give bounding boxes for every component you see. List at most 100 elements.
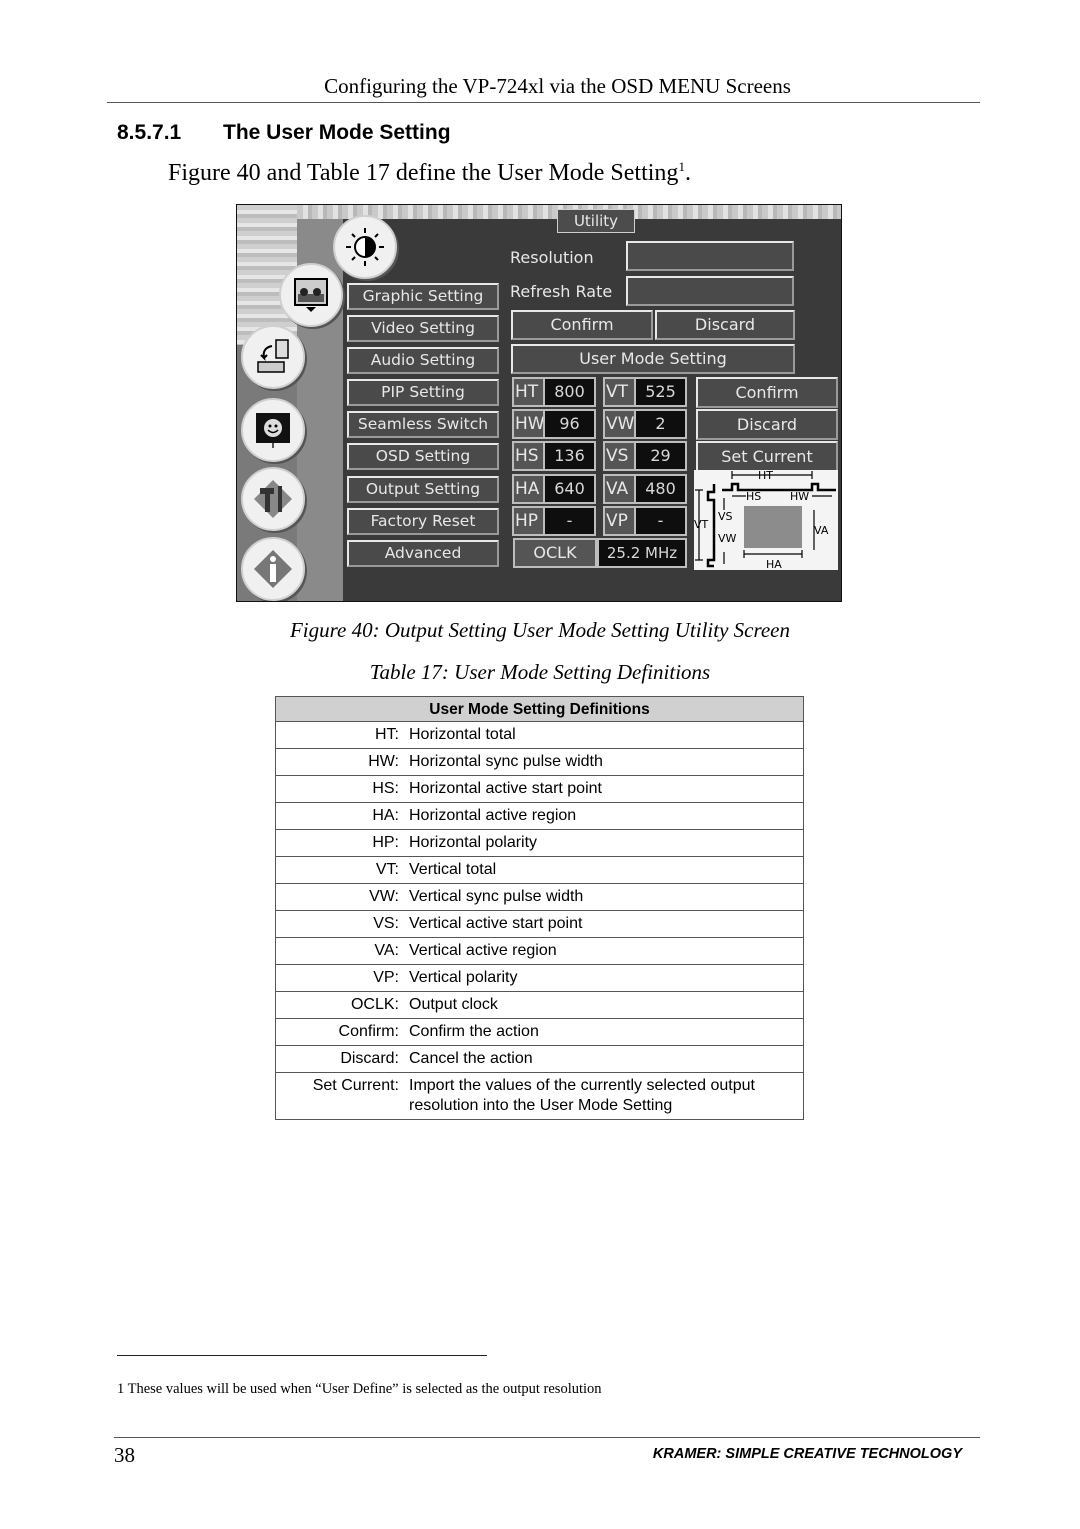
table-row: OCLK: Output clock [276, 992, 803, 1019]
param-value[interactable]: 29 [634, 443, 685, 469]
description-cell: Vertical sync pulse width [409, 888, 584, 905]
param-vw[interactable]: VW 2 [603, 409, 687, 439]
param-hs[interactable]: HS 136 [512, 441, 596, 471]
term-cell: VW: [369, 888, 399, 905]
input-source-icon[interactable] [241, 325, 305, 389]
description-cell: Vertical active region [409, 942, 557, 959]
header-rule [107, 102, 980, 103]
resolution-field[interactable] [626, 241, 794, 271]
param-hw[interactable]: HW 96 [512, 409, 596, 439]
table-row: VS: Vertical active start point [276, 911, 803, 938]
refresh-rate-field[interactable] [626, 276, 794, 306]
param-name: HP [514, 508, 543, 534]
section-number: 8.5.7.1 [117, 121, 182, 144]
description-cell: Horizontal active start point [409, 780, 602, 797]
param-name: VT [605, 379, 634, 405]
diagram-label-ht: HT [758, 470, 773, 482]
osd-texture-top [237, 205, 841, 219]
term-cell: VP: [373, 969, 399, 986]
user-mode-setting-button[interactable]: User Mode Setting [511, 344, 795, 374]
description-cell: Output clock [409, 996, 498, 1013]
page-number: 38 [114, 1443, 135, 1467]
resolution-label: Resolution [510, 248, 594, 267]
param-ht[interactable]: HT 800 [512, 377, 596, 407]
diagram-label-vs: VS [718, 510, 733, 523]
param-value[interactable]: 640 [543, 476, 594, 502]
diagram-label-hw: HW [790, 490, 809, 503]
definitions-table: User Mode Setting Definitions HT: Horizon… [275, 696, 804, 1120]
param-value[interactable]: - [634, 508, 685, 534]
table-row: Confirm: Confirm the action [276, 1019, 803, 1046]
description-cell: Vertical polarity [409, 969, 518, 986]
timing-diagram: HT HS HW VT VS VW VA HA [694, 469, 838, 571]
param-va[interactable]: VA 480 [603, 474, 687, 504]
info-icon[interactable] [241, 537, 305, 601]
param-value[interactable]: - [543, 508, 594, 534]
monitor-adjust-icon[interactable] [241, 398, 305, 462]
osd-screenshot: Graphic Setting Video Setting Audio Sett… [236, 204, 842, 602]
param-name: VW [605, 411, 634, 437]
set-current-button[interactable]: Set Current [696, 441, 838, 472]
description-cell: Import the values of the currently selec… [409, 1077, 755, 1114]
table-row: Set Current: Import the values of the cur… [276, 1073, 803, 1119]
right-discard-button[interactable]: Discard [696, 409, 838, 440]
param-name: HT [514, 379, 543, 405]
param-name: VS [605, 443, 634, 469]
oclk-value[interactable]: 25.2 MHz [597, 538, 687, 568]
param-vs[interactable]: VS 29 [603, 441, 687, 471]
description-cell: Confirm the action [409, 1023, 539, 1040]
param-value[interactable]: 2 [634, 411, 685, 437]
param-value[interactable]: 136 [543, 443, 594, 469]
menu-audio-setting[interactable]: Audio Setting [347, 347, 499, 374]
term-cell: VA: [374, 942, 399, 959]
section-heading: 8.5.7.1 The User Mode Setting [117, 121, 451, 145]
intro-end: . [684, 160, 691, 186]
param-vp[interactable]: VP - [603, 506, 687, 536]
description-cell: Cancel the action [409, 1050, 533, 1067]
param-value[interactable]: 525 [634, 379, 685, 405]
param-name: VA [605, 476, 634, 502]
table-row: HS: Horizontal active start point [276, 776, 803, 803]
intro-text: Figure 40 and Table 17 define the User M… [168, 160, 679, 186]
brightness-contrast-icon[interactable] [333, 215, 397, 279]
table-row: HA: Horizontal active region [276, 803, 803, 830]
term-cell: OCLK: [350, 996, 399, 1013]
param-value[interactable]: 480 [634, 476, 685, 502]
refresh-rate-label: Refresh Rate [510, 282, 613, 301]
diagram-label-vw: VW [718, 532, 737, 545]
section-title: The User Mode Setting [223, 121, 451, 144]
confirm-button[interactable]: Confirm [511, 310, 653, 340]
menu-pip-setting[interactable]: PIP Setting [347, 379, 499, 406]
picture-display-icon[interactable] [279, 263, 343, 327]
discard-button[interactable]: Discard [655, 310, 795, 340]
menu-factory-reset[interactable]: Factory Reset [347, 508, 499, 535]
table-header: User Mode Setting Definitions [276, 697, 803, 722]
term-cell: HS: [372, 780, 399, 797]
table-row: VP: Vertical polarity [276, 965, 803, 992]
tools-icon[interactable] [241, 467, 305, 531]
param-name: HA [514, 476, 543, 502]
description-cell: Vertical total [409, 861, 497, 878]
param-value[interactable]: 96 [543, 411, 594, 437]
menu-video-setting[interactable]: Video Setting [347, 315, 499, 342]
right-confirm-button[interactable]: Confirm [696, 377, 838, 408]
menu-osd-setting[interactable]: OSD Setting [347, 443, 499, 470]
description-cell: Horizontal sync pulse width [409, 753, 603, 770]
table-row: HW: Horizontal sync pulse width [276, 749, 803, 776]
param-hp[interactable]: HP - [512, 506, 596, 536]
param-value[interactable]: 800 [543, 379, 594, 405]
param-name: HW [514, 411, 545, 437]
menu-advanced[interactable]: Advanced [347, 540, 499, 567]
utility-tab[interactable]: Utility [557, 209, 635, 233]
param-vt[interactable]: VT 525 [603, 377, 687, 407]
description-cell: Horizontal polarity [409, 834, 538, 851]
footer-rule [114, 1437, 980, 1438]
table-row: VT: Vertical total [276, 857, 803, 884]
term-cell: VS: [373, 915, 399, 932]
table-row: HT: Horizontal total [276, 722, 803, 749]
param-ha[interactable]: HA 640 [512, 474, 596, 504]
diagram-label-ha: HA [766, 558, 782, 570]
menu-seamless-switch[interactable]: Seamless Switch [347, 411, 499, 438]
menu-graphic-setting[interactable]: Graphic Setting [347, 283, 499, 310]
menu-output-setting[interactable]: Output Setting [347, 476, 499, 503]
